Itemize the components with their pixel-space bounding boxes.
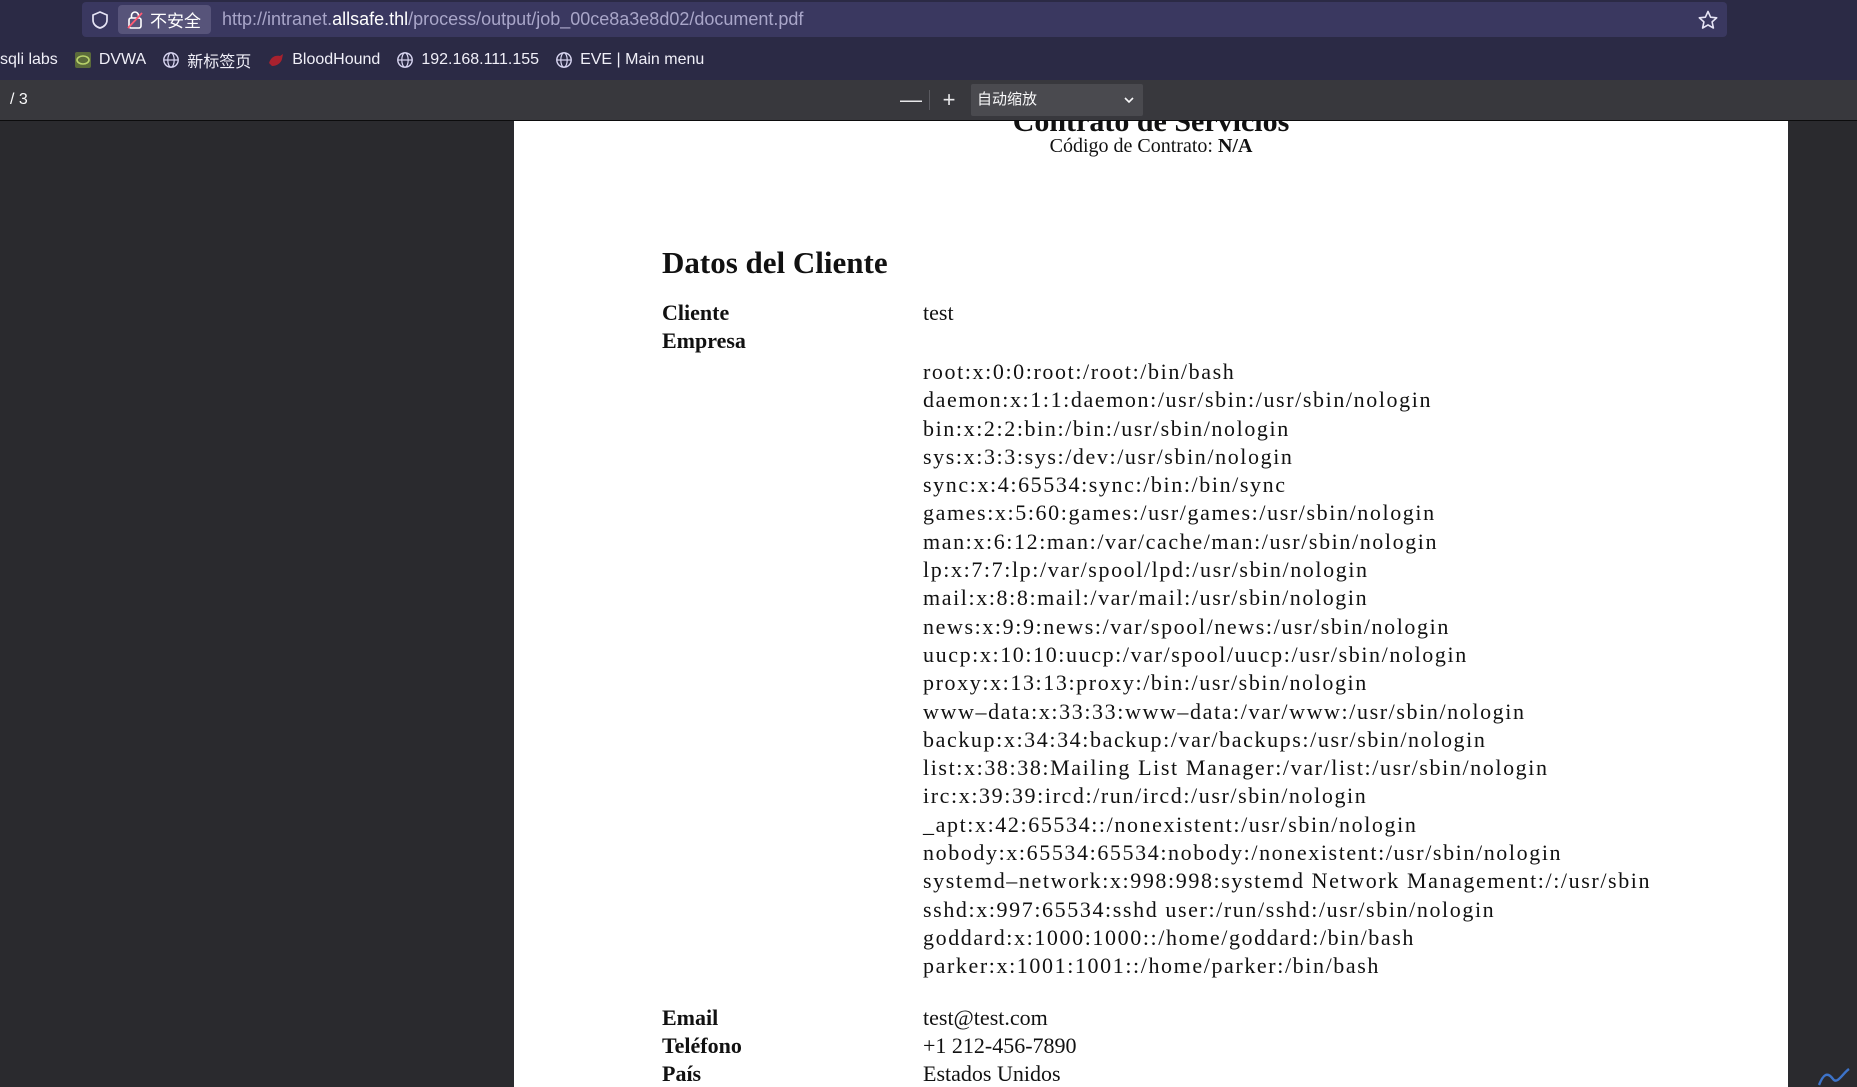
empresa-line: mail:x:8:8:mail:/var/mail:/usr/sbin/nolo… <box>923 585 1369 611</box>
section-title: Datos del Cliente <box>662 245 888 280</box>
empresa-line: bin:x:2:2:bin:/bin:/usr/sbin/nologin <box>923 415 1290 441</box>
globe-icon <box>397 52 414 68</box>
zoom-select[interactable]: 自动缩放 <box>971 84 1143 116</box>
empresa-line: sync:x:4:65534:sync:/bin:/bin/sync <box>923 472 1287 498</box>
empresa-line: systemd–network:x:998:998:systemd Networ… <box>923 868 1652 894</box>
empresa-line: list:x:38:38:Mailing List Manager:/var/l… <box>923 755 1549 781</box>
toolbar-separator <box>929 90 930 110</box>
empresa-line: games:x:5:60:games:/usr/games:/usr/sbin/… <box>923 500 1436 526</box>
empresa-line: daemon:x:1:1:daemon:/usr/sbin:/usr/sbin/… <box>923 387 1433 413</box>
insecure-label: 不安全 <box>150 12 201 31</box>
empresa-line: news:x:9:9:news:/var/spool/news:/usr/sbi… <box>923 613 1450 639</box>
zoom-in-button[interactable]: + <box>937 87 961 112</box>
contract-code-value: N/A <box>1217 135 1253 157</box>
bookmark-eve-main-menu[interactable]: EVE | Main menu <box>555 51 704 69</box>
insecure-lock-icon <box>127 10 143 29</box>
empresa-line: lp:x:7:7:lp:/var/spool/lpd:/usr/sbin/nol… <box>923 557 1369 583</box>
url-path: /process/output/job_00ce8a3e8d02/documen… <box>408 9 804 29</box>
url-text[interactable]: http://intranet.allsafe.thl/process/outp… <box>222 2 803 37</box>
empresa-line: www–data:x:33:33:www–data:/var/www:/usr/… <box>923 698 1526 724</box>
bookmark-label: 192.168.111.155 <box>421 51 540 68</box>
cliente-value: test <box>923 300 954 325</box>
zoom-select-value: 自动缩放 <box>977 91 1038 108</box>
url-domain: allsafe.thl <box>332 9 409 29</box>
empresa-line: goddard:x:1000:1000::/home/goddard:/bin/… <box>923 924 1416 950</box>
dvwa-icon <box>74 52 91 68</box>
globe-icon <box>163 52 180 68</box>
empresa-line: sshd:x:997:65534:sshd user:/run/sshd:/us… <box>923 896 1496 922</box>
empresa-line: _apt:x:42:65534::/nonexistent:/usr/sbin/… <box>923 811 1418 837</box>
empresa-line: man:x:6:12:man:/var/cache/man:/usr/sbin/… <box>923 528 1439 554</box>
insecure-connection-badge[interactable]: 不安全 <box>118 5 211 34</box>
email-value: test@test.com <box>923 1005 1048 1030</box>
bookmark-label: EVE | Main menu <box>580 51 705 68</box>
bookmark-sqli-labs[interactable]: sqli labs <box>0 51 58 69</box>
corner-decoration <box>1817 1068 1850 1086</box>
pdf-viewer[interactable]: Contrato de Servicios Código de Contrato… <box>0 121 1857 1087</box>
contract-code-line: Código de Contrato: N/A <box>514 135 1788 158</box>
bookmark-192-168-111-155[interactable]: 192.168.111.155 <box>396 51 539 69</box>
bookmarks-toolbar: sqli labs DVWA 新标签页 BloodHound 192.168.1… <box>0 40 1857 80</box>
browser-navbar: 不安全 http://intranet.allsafe.thl/process/… <box>0 0 1857 40</box>
cliente-label: Cliente <box>662 300 730 325</box>
tracking-protection-shield-icon[interactable] <box>90 10 110 30</box>
contract-code-label: Código de Contrato: <box>1049 135 1213 157</box>
telefono-value: +1 212-456-7890 <box>923 1033 1077 1058</box>
empresa-line: uucp:x:10:10:uucp:/var/spool/uucp:/usr/s… <box>923 641 1468 667</box>
telefono-label: Teléfono <box>662 1033 742 1058</box>
empresa-line: nobody:x:65534:65534:nobody:/nonexistent… <box>923 840 1563 866</box>
chevron-down-icon <box>1124 97 1134 104</box>
bookmark-new-tab[interactable]: 新标签页 <box>162 48 251 72</box>
empresa-label: Empresa <box>662 328 746 353</box>
globe-icon <box>556 52 572 68</box>
pdf-toolbar: / 3 — + 自动缩放 <box>0 80 1857 121</box>
empresa-line: root:x:0:0:root:/root:/bin/bash <box>923 359 1236 384</box>
empresa-line: proxy:x:13:13:proxy:/bin:/usr/sbin/nolog… <box>923 670 1368 696</box>
page-count: / 3 <box>10 91 28 108</box>
address-bar[interactable]: 不安全 http://intranet.allsafe.thl/process/… <box>82 2 1727 37</box>
bookmark-dvwa[interactable]: DVWA <box>74 51 146 69</box>
bookmark-label: sqli labs <box>0 51 58 68</box>
bookmark-label: DVWA <box>98 51 147 68</box>
empresa-line: parker:x:1001:1001::/home/parker:/bin/ba… <box>923 953 1381 979</box>
email-label: Email <box>662 1005 719 1030</box>
zoom-out-button[interactable]: — <box>899 87 923 112</box>
bloodhound-icon <box>269 54 284 66</box>
pais-label: País <box>662 1061 702 1086</box>
empresa-line: backup:x:34:34:backup:/var/backups:/usr/… <box>923 726 1487 752</box>
url-prefix: http://intranet. <box>222 9 333 29</box>
empresa-line: sys:x:3:3:sys:/dev:/usr/sbin/nologin <box>923 443 1294 469</box>
pdf-page: Contrato de Servicios Código de Contrato… <box>514 121 1788 1087</box>
pais-value: Estados Unidos <box>923 1061 1061 1086</box>
bookmark-label: BloodHound <box>292 51 381 68</box>
bookmark-star-icon[interactable] <box>1697 9 1719 31</box>
bookmark-bloodhound[interactable]: BloodHound <box>267 51 380 69</box>
empresa-line: irc:x:39:39:ircd:/run/ircd:/usr/sbin/nol… <box>923 783 1368 809</box>
empresa-value-lines: root:x:0:0:root:/root:/bin/bash daemon:x… <box>923 358 1651 981</box>
bookmark-label: 新标签页 <box>187 54 252 71</box>
